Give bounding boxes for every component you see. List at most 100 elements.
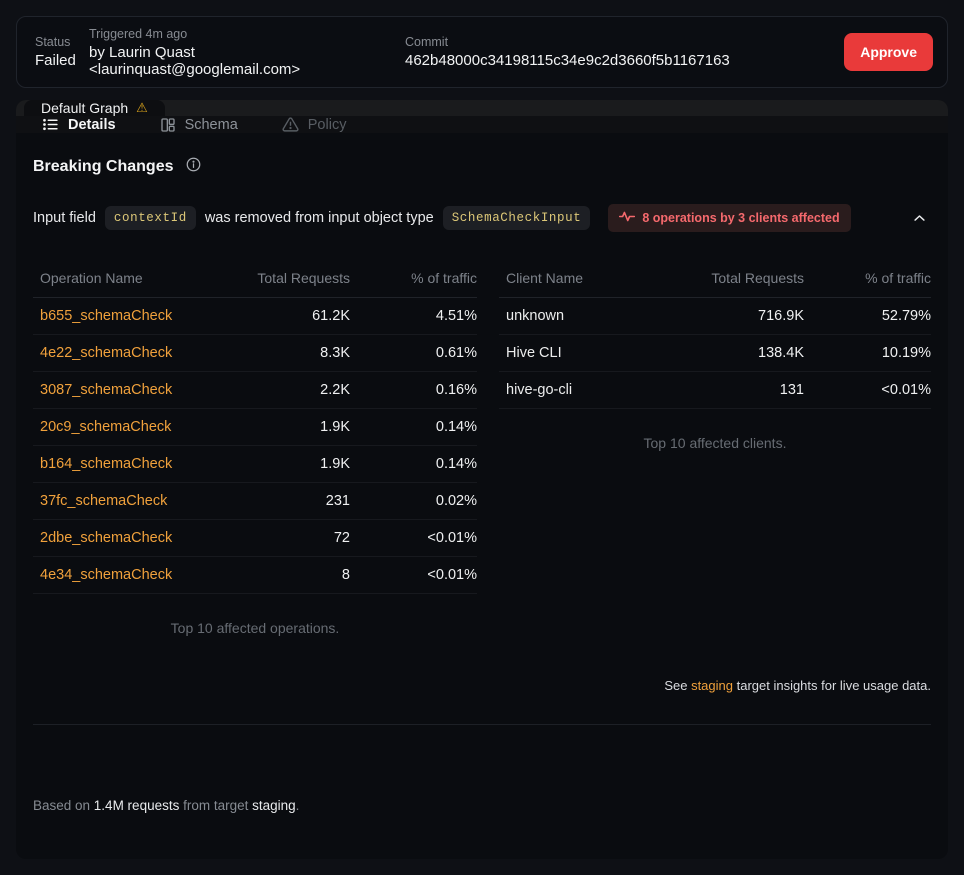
usage-line-1: Based on 1.4M requests from target stagi… [33, 796, 931, 816]
tab-details-label: Details [68, 117, 116, 133]
client-name: hive-go-cli [499, 382, 684, 398]
table-row: b655_schemaCheck 61.2K 4.51% [33, 298, 477, 335]
total-requests-value: 8 [230, 567, 350, 583]
col-total-requests: Total Requests [230, 270, 350, 286]
total-requests-value: 1.9K [230, 419, 350, 435]
traffic-value: <0.01% [350, 567, 477, 583]
details-content: Breaking Changes Input field contextId w… [16, 133, 948, 859]
operations-rows: b655_schemaCheck 61.2K 4.51% 4e22_schema… [33, 298, 477, 594]
breaking-change-entry[interactable]: Input field contextId was removed from i… [33, 204, 931, 232]
col-traffic: % of traffic [804, 270, 931, 286]
total-requests-value: 231 [230, 493, 350, 509]
operation-link[interactable]: b164_schemaCheck [40, 456, 172, 472]
schema-check-page: Status Failed Triggered 4m ago by Laurin… [0, 0, 964, 875]
traffic-value: 0.61% [350, 345, 477, 361]
table-row: 3087_schemaCheck 2.2K 0.16% [33, 372, 477, 409]
tab-schema-label: Schema [185, 117, 238, 133]
breaking-changes-header: Breaking Changes [33, 157, 931, 177]
clients-footnote: Top 10 affected clients. [499, 435, 931, 451]
warning-triangle-icon: ⚠ [136, 100, 148, 116]
columns-icon [160, 117, 176, 133]
usage-summary: Based on 1.4M requests from target stagi… [33, 756, 931, 859]
commit-label: Commit [405, 35, 844, 49]
chevron-up-icon[interactable] [908, 207, 931, 230]
tab-policy-label: Policy [308, 117, 347, 133]
table-row: unknown 716.9K 52.79% [499, 298, 931, 335]
operation-link[interactable]: 20c9_schemaCheck [40, 419, 171, 435]
operation-link[interactable]: 3087_schemaCheck [40, 382, 172, 398]
operation-link[interactable]: 37fc_schemaCheck [40, 493, 167, 509]
check-summary-header: Status Failed Triggered 4m ago by Laurin… [16, 16, 948, 88]
traffic-value: 0.02% [350, 493, 477, 509]
table-row: 4e22_schemaCheck 8.3K 0.61% [33, 335, 477, 372]
traffic-value: <0.01% [350, 530, 477, 546]
total-requests-value: 716.9K [684, 308, 804, 324]
triggered-by: by Laurin Quast <laurinquast@googlemail.… [89, 44, 405, 78]
commit-block: Commit 462b48000c34198115c34e9c2d3660f5b… [405, 35, 844, 69]
total-requests-value: 138.4K [684, 345, 804, 361]
approve-button[interactable]: Approve [844, 33, 933, 71]
usage-line-2: Usage data ranges from 28th Jan 2024 10:… [33, 856, 931, 859]
change-text-middle: was removed from input object type [205, 210, 434, 226]
clients-table: Client Name Total Requests % of traffic … [499, 258, 931, 451]
alert-triangle-icon [282, 116, 299, 133]
request-count: 1.4M requests [94, 798, 180, 813]
traffic-value: 10.19% [804, 345, 931, 361]
triggered-label: Triggered 4m ago [89, 27, 405, 41]
code-chip-type: SchemaCheckInput [443, 206, 591, 230]
traffic-value: 0.14% [350, 419, 477, 435]
triggered-block: Triggered 4m ago by Laurin Quast <laurin… [89, 27, 405, 78]
detail-nav: Details Schema [16, 116, 948, 133]
col-client-name: Client Name [499, 270, 684, 286]
total-requests-value: 1.9K [230, 456, 350, 472]
table-row: hive-go-cli 131 <0.01% [499, 372, 931, 409]
change-text-prefix: Input field [33, 210, 96, 226]
insights-note: See staging target insights for live usa… [33, 678, 931, 693]
table-row: 37fc_schemaCheck 231 0.02% [33, 483, 477, 520]
total-requests-value: 61.2K [230, 308, 350, 324]
operation-link[interactable]: 4e34_schemaCheck [40, 567, 172, 583]
traffic-value: 0.14% [350, 456, 477, 472]
graph-tabstrip: Default Graph ⚠ [16, 100, 948, 116]
commit-hash: 462b48000c34198115c34e9c2d3660f5b1167163 [405, 52, 844, 69]
tab-default-graph[interactable]: Default Graph ⚠ [24, 100, 165, 116]
total-requests-value: 131 [684, 382, 804, 398]
clients-rows: unknown 716.9K 52.79% Hive CLI 138.4K 10… [499, 298, 931, 409]
total-requests-value: 72 [230, 530, 350, 546]
list-icon [42, 116, 59, 133]
operations-footnote: Top 10 affected operations. [33, 620, 477, 636]
date-from: 28th Jan 2024 10:17 [182, 858, 305, 859]
traffic-value: 4.51% [350, 308, 477, 324]
operations-table-header: Operation Name Total Requests % of traff… [33, 258, 477, 298]
status-label: Status [35, 35, 89, 49]
check-detail-card: Default Graph ⚠ Details [16, 100, 948, 859]
operations-table: Operation Name Total Requests % of traff… [33, 258, 477, 636]
traffic-value: 52.79% [804, 308, 931, 324]
affected-badge: 8 operations by 3 clients affected [608, 204, 850, 232]
insights-suffix: target insights for live usage data. [733, 678, 931, 693]
tab-details[interactable]: Details [42, 116, 116, 133]
table-row: b164_schemaCheck 1.9K 0.14% [33, 446, 477, 483]
table-row: 20c9_schemaCheck 1.9K 0.14% [33, 409, 477, 446]
tab-policy[interactable]: Policy [282, 116, 347, 133]
target-name: staging [252, 798, 296, 813]
operation-link[interactable]: 4e22_schemaCheck [40, 345, 172, 361]
breaking-changes-title: Breaking Changes [33, 158, 173, 176]
code-chip-field: contextId [105, 206, 196, 230]
traffic-value: 0.16% [350, 382, 477, 398]
info-circle-icon[interactable] [186, 157, 201, 177]
client-name: unknown [499, 308, 684, 324]
traffic-value: <0.01% [804, 382, 931, 398]
table-row: 4e34_schemaCheck 8 <0.01% [33, 557, 477, 594]
date-to: 27th Feb 2024 10:17 (GMT+1) [323, 858, 506, 859]
tab-schema[interactable]: Schema [160, 117, 238, 133]
operation-link[interactable]: b655_schemaCheck [40, 308, 172, 324]
staging-target-link[interactable]: staging [691, 678, 733, 693]
graph-tab-label: Default Graph [41, 100, 128, 116]
col-traffic: % of traffic [350, 270, 477, 286]
clients-table-header: Client Name Total Requests % of traffic [499, 258, 931, 298]
client-name: Hive CLI [499, 345, 684, 361]
operation-link[interactable]: 2dbe_schemaCheck [40, 530, 172, 546]
footer-divider [33, 724, 931, 725]
total-requests-value: 2.2K [230, 382, 350, 398]
